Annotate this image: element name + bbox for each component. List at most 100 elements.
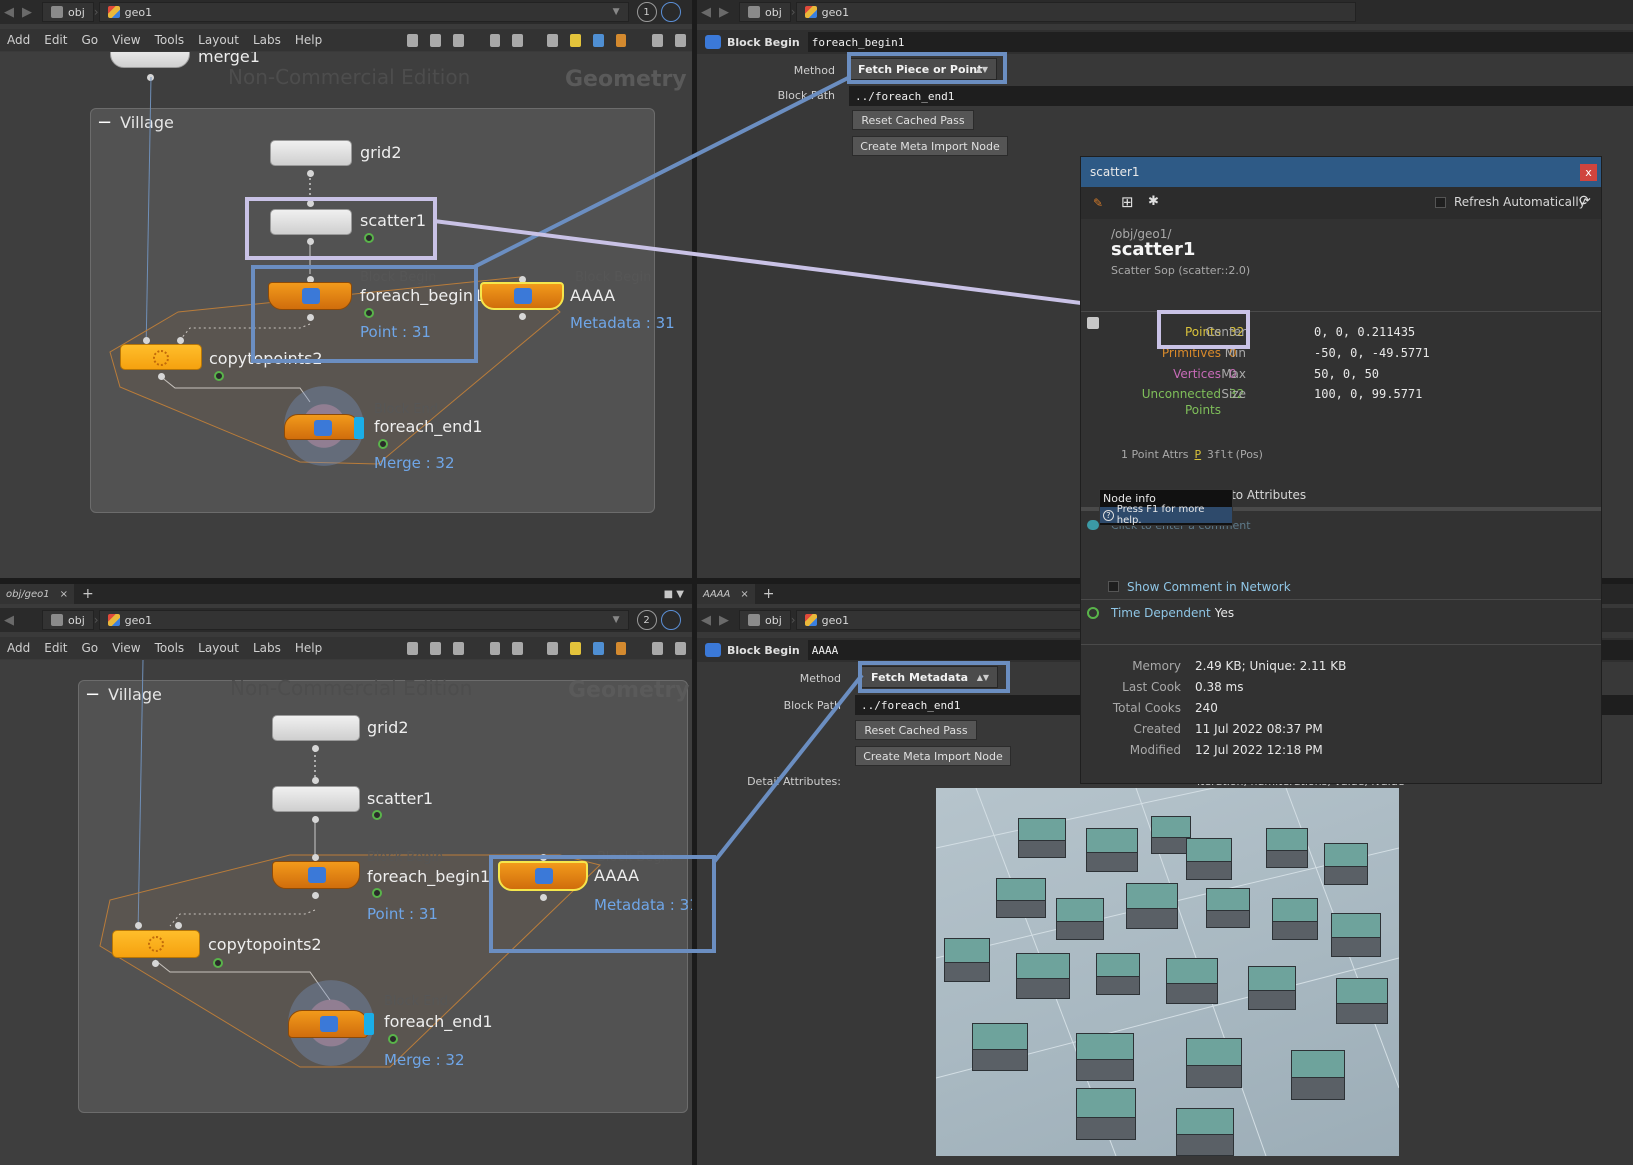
list-icon[interactable]	[452, 33, 464, 47]
pin-icon[interactable]: ✎	[1093, 196, 1103, 210]
pane-tab[interactable]: AAAA ×	[697, 584, 755, 604]
copytopoints-node[interactable]	[112, 930, 200, 958]
menu-view[interactable]: View	[105, 641, 147, 655]
pin-icon[interactable]	[660, 610, 681, 630]
pane-link-indicator[interactable]: 2	[636, 610, 657, 630]
display-flag-tag[interactable]	[354, 417, 364, 439]
show-comment-checkbox[interactable]	[1108, 581, 1119, 592]
menu-add[interactable]: Add	[0, 33, 37, 47]
method-highlight-box	[858, 661, 1010, 693]
path-crumb-label: geo1	[124, 613, 153, 627]
forward-arrow-icon[interactable]: ▶	[715, 5, 733, 20]
node-info-name: scatter1	[1111, 239, 1196, 260]
scatter-node[interactable]	[272, 786, 360, 812]
table-icon[interactable]	[512, 641, 524, 655]
node-info-title-bar[interactable]: scatter1 x	[1081, 157, 1601, 187]
display-flag-tag[interactable]	[364, 1013, 374, 1035]
reset-cached-pass-button[interactable]: Reset Cached Pass	[855, 720, 977, 740]
block-path-field[interactable]: ../foreach_end1	[849, 86, 1633, 106]
node-name-field[interactable]: foreach_begin1	[807, 32, 1633, 52]
create-meta-import-button[interactable]: Create Meta Import Node	[855, 746, 1011, 766]
list-icon[interactable]	[452, 641, 464, 655]
tree-icon[interactable]	[430, 641, 441, 655]
path-crumb-obj[interactable]: obj	[739, 2, 791, 22]
grid-icon[interactable]	[489, 33, 501, 47]
background-image-icon[interactable]	[592, 641, 604, 655]
menu-help[interactable]: Help	[288, 33, 329, 47]
pane-tab[interactable]: obj/geo1 ×	[0, 584, 74, 604]
refresh-checkbox[interactable]	[1435, 197, 1446, 208]
menu-edit[interactable]: Edit	[37, 641, 74, 655]
grid-icon[interactable]	[489, 641, 501, 655]
add-icon[interactable]: ⊞	[1121, 193, 1134, 211]
path-crumb-obj[interactable]: obj	[739, 610, 791, 630]
sticky-note-icon[interactable]	[570, 33, 581, 47]
tree-icon[interactable]	[430, 33, 441, 47]
reset-cached-pass-button[interactable]: Reset Cached Pass	[852, 110, 974, 130]
back-arrow-icon[interactable]: ◀	[0, 5, 18, 20]
camera-icon[interactable]	[675, 33, 687, 47]
forward-arrow-icon[interactable]: ▶	[18, 5, 36, 20]
foreach-end-node[interactable]	[288, 1010, 368, 1038]
path-crumb-obj[interactable]: obj	[42, 2, 94, 22]
menu-labs[interactable]: Labs	[246, 641, 288, 655]
search-icon[interactable]	[652, 33, 664, 47]
chevron-down-icon[interactable]: ▼	[613, 7, 620, 17]
refresh-icon[interactable]: ⟳	[1579, 193, 1591, 209]
camera-icon[interactable]	[675, 641, 687, 655]
sticky-note-icon[interactable]	[570, 641, 581, 655]
network-box-icon[interactable]	[615, 641, 627, 655]
aaaa-node[interactable]	[480, 282, 564, 310]
back-arrow-icon[interactable]: ◀	[697, 5, 715, 20]
bug-icon[interactable]: ✱	[1148, 194, 1159, 209]
menu-add[interactable]: Add	[0, 641, 37, 655]
add-tab-icon[interactable]: +	[763, 586, 775, 602]
foreach-begin-node[interactable]	[272, 861, 360, 889]
path-crumb-obj[interactable]: obj	[42, 610, 94, 630]
grid-node[interactable]	[272, 715, 360, 741]
input-dot	[175, 922, 182, 929]
network-box-icon[interactable]	[615, 33, 627, 47]
menu-tools[interactable]: Tools	[148, 33, 192, 47]
menu-view[interactable]: View	[105, 33, 147, 47]
back-arrow-icon[interactable]: ◀	[0, 613, 18, 628]
menu-labs[interactable]: Labs	[246, 33, 288, 47]
menu-edit[interactable]: Edit	[37, 33, 74, 47]
search-icon[interactable]	[652, 641, 664, 655]
path-crumb-geo[interactable]: geo1	[795, 2, 1356, 22]
table-icon[interactable]	[512, 33, 524, 47]
chevron-down-icon[interactable]: ▼	[613, 615, 620, 625]
image-icon[interactable]	[547, 33, 559, 47]
close-icon[interactable]: x	[1580, 164, 1597, 181]
forward-arrow-icon[interactable]: ▶	[715, 613, 733, 628]
wrench-icon[interactable]	[407, 641, 419, 655]
house-shape	[1186, 838, 1232, 880]
pin-icon[interactable]	[660, 2, 681, 22]
menu-help[interactable]: Help	[288, 641, 329, 655]
close-icon[interactable]: ×	[60, 589, 68, 600]
background-image-icon[interactable]	[592, 33, 604, 47]
pane-menu-icon[interactable]: ■ ▼	[664, 589, 684, 600]
node-info-window[interactable]: scatter1 x ✎ ⊞ ✱ Refresh Automatically ⟳…	[1080, 156, 1602, 784]
path-crumb-geo[interactable]: geo1 ▼	[98, 2, 629, 22]
create-meta-import-button[interactable]: Create Meta Import Node	[852, 136, 1008, 156]
back-arrow-icon[interactable]: ◀	[697, 613, 715, 628]
point-attr-name[interactable]: P	[1195, 448, 1202, 461]
menu-layout[interactable]: Layout	[191, 33, 246, 47]
path-crumb-geo[interactable]: geo1 ▼	[98, 610, 629, 630]
method-highlight-box	[847, 52, 1007, 84]
menu-go[interactable]: Go	[74, 641, 105, 655]
wrench-icon[interactable]	[407, 33, 419, 47]
menu-tools[interactable]: Tools	[148, 641, 192, 655]
menu-go[interactable]: Go	[74, 33, 105, 47]
viewport-snapshot	[936, 788, 1399, 1156]
pane-link-indicator[interactable]: 1	[636, 2, 657, 22]
menu-layout[interactable]: Layout	[191, 641, 246, 655]
attributes-link[interactable]: s to Attributes	[1221, 488, 1306, 502]
grid-node[interactable]	[270, 140, 352, 166]
add-tab-icon[interactable]: +	[82, 586, 94, 602]
foreach-end-node[interactable]	[284, 414, 360, 440]
close-icon[interactable]: ×	[740, 589, 748, 600]
image-icon[interactable]	[547, 641, 559, 655]
copytopoints-node[interactable]	[120, 344, 202, 370]
